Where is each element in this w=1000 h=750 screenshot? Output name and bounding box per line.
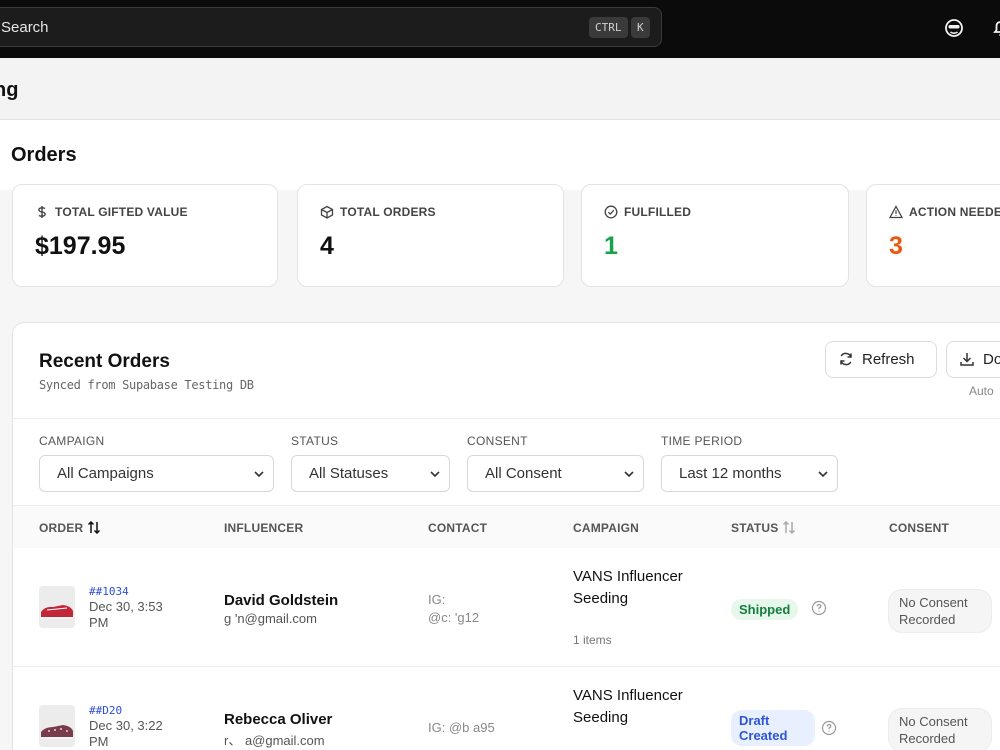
stat-value: 1	[604, 232, 618, 260]
download-label: Do	[983, 351, 1000, 368]
refresh-icon	[840, 352, 852, 366]
stat-label: ACTION NEEDED	[888, 205, 1000, 219]
chevron-down-icon	[818, 471, 828, 478]
stat-card-total-orders: TOTAL ORDERS 4	[297, 184, 564, 287]
order-date: Dec 30, 3:53 PM	[89, 599, 163, 630]
stat-value: 4	[320, 232, 334, 260]
filter-row: CAMPAIGN All Campaigns STATUS All Status…	[13, 418, 1000, 506]
breadcrumb-text: ng	[0, 79, 19, 101]
status-badge: Draft Created	[731, 710, 815, 746]
order-id-link[interactable]: ##1034	[89, 585, 129, 598]
campaign-name: VANS Influencer Seeding	[573, 568, 683, 607]
stat-value: $197.95	[35, 232, 126, 260]
chevron-down-icon	[430, 471, 440, 478]
download-button[interactable]: Do	[946, 341, 1000, 378]
page-title: Orders	[11, 144, 77, 166]
campaign-select-value: All Campaigns	[57, 465, 154, 482]
column-header-contact: CONTACT	[428, 521, 488, 535]
panel-subtitle: Synced from Supabase Testing DB	[39, 378, 254, 392]
stat-card-action-needed: ACTION NEEDED 3	[866, 184, 1000, 287]
panel-title: Recent Orders	[39, 351, 170, 372]
order-date: Dec 30, 3:22 PM	[89, 718, 163, 749]
dollar-icon	[38, 206, 46, 218]
table-row[interactable]: ##D20 Dec 30, 3:22 PM Rebecca Oliver r、 …	[13, 667, 1000, 750]
table-header: ORDER INFLUENCER CONTACT CAMPAIGN STATUS…	[13, 506, 1000, 548]
shortcut-k-key: K	[631, 17, 650, 38]
stat-label: FULFILLED	[604, 205, 691, 219]
consent-select-value: All Consent	[485, 465, 562, 482]
help-icon[interactable]	[811, 600, 827, 616]
download-icon	[960, 353, 974, 366]
campaign-select[interactable]: All Campaigns	[39, 455, 274, 492]
sort-icon	[88, 520, 101, 535]
warning-icon	[888, 205, 904, 219]
status-badge: Shipped	[731, 599, 799, 620]
campaign-name: VANS Influencer Seeding	[573, 687, 683, 726]
search-label: Search	[1, 19, 49, 36]
auto-sync-text: Auto	[969, 384, 994, 398]
sort-icon	[783, 520, 796, 535]
time-period-filter-label: TIME PERIOD	[661, 434, 743, 448]
page-header: Orders	[0, 120, 1000, 190]
column-header-status[interactable]: STATUS	[731, 520, 796, 535]
time-period-select[interactable]: Last 12 months	[661, 455, 838, 492]
chevron-down-icon	[254, 471, 264, 478]
product-thumbnail	[39, 586, 75, 628]
user-avatar-icon[interactable]	[943, 17, 965, 39]
package-icon	[320, 205, 334, 219]
column-header-label: STATUS	[731, 521, 779, 535]
column-header-campaign: CAMPAIGN	[573, 521, 640, 535]
status-filter-label: STATUS	[291, 434, 339, 448]
campaign-filter-label: CAMPAIGN	[39, 434, 105, 448]
product-thumbnail	[39, 705, 75, 747]
search-bar[interactable]: Search CTRL K	[0, 7, 662, 47]
influencer-email: r、 a@gmail.com	[224, 733, 325, 748]
check-circle-icon	[604, 205, 618, 219]
influencer-name: Rebecca Oliver	[224, 711, 333, 728]
stat-label-text: ACTION NEEDED	[909, 205, 1000, 219]
influencer-name: David Goldstein	[224, 592, 339, 609]
help-icon[interactable]	[821, 720, 837, 736]
stat-label: TOTAL ORDERS	[320, 205, 436, 219]
refresh-label: Refresh	[862, 351, 915, 368]
contact-line: IG:	[428, 592, 446, 607]
column-header-consent: CONSENT	[889, 521, 950, 535]
stat-value: 3	[889, 232, 903, 260]
contact-handle: IG: @b a95	[428, 719, 495, 737]
stat-label-text: TOTAL GIFTED VALUE	[55, 205, 188, 219]
notification-bell-icon[interactable]	[990, 17, 1000, 39]
contact-handle: IG: @c: 'g12	[428, 591, 479, 627]
stat-label: TOTAL GIFTED VALUE	[35, 205, 188, 219]
stat-label-text: FULFILLED	[624, 205, 692, 219]
status-select[interactable]: All Statuses	[291, 455, 450, 492]
stat-label-text: TOTAL ORDERS	[340, 205, 436, 219]
stat-card-fulfilled: FULFILLED 1	[581, 184, 849, 287]
consent-badge: No Consent Recorded	[888, 708, 992, 750]
refresh-button[interactable]: Refresh	[825, 341, 937, 378]
top-bar: Search CTRL K	[0, 0, 1000, 58]
table-row[interactable]: ##1034 Dec 30, 3:53 PM David Goldstein g…	[13, 548, 1000, 667]
contact-line: IG: @b a95	[428, 720, 495, 735]
consent-badge: No Consent Recorded	[888, 589, 992, 633]
column-header-label: ORDER	[39, 521, 84, 535]
contact-line: @c: 'g12	[428, 610, 480, 625]
chevron-down-icon	[624, 471, 634, 478]
items-count: 1 items	[573, 633, 612, 647]
recent-orders-panel: Recent Orders Synced from Supabase Testi…	[12, 322, 1000, 750]
column-header-influencer: INFLUENCER	[224, 521, 304, 535]
influencer-email: g 'n@gmail.com	[224, 611, 317, 626]
time-period-select-value: Last 12 months	[679, 465, 782, 482]
order-id-link[interactable]: ##D20	[89, 704, 122, 717]
stat-card-total-gifted-value: TOTAL GIFTED VALUE $197.95	[12, 184, 278, 287]
shortcut-ctrl-key: CTRL	[589, 17, 628, 38]
column-header-order[interactable]: ORDER	[39, 520, 101, 535]
breadcrumb: ng	[0, 58, 1000, 120]
status-select-value: All Statuses	[309, 465, 389, 482]
consent-filter-label: CONSENT	[467, 434, 528, 448]
consent-select[interactable]: All Consent	[467, 455, 644, 492]
